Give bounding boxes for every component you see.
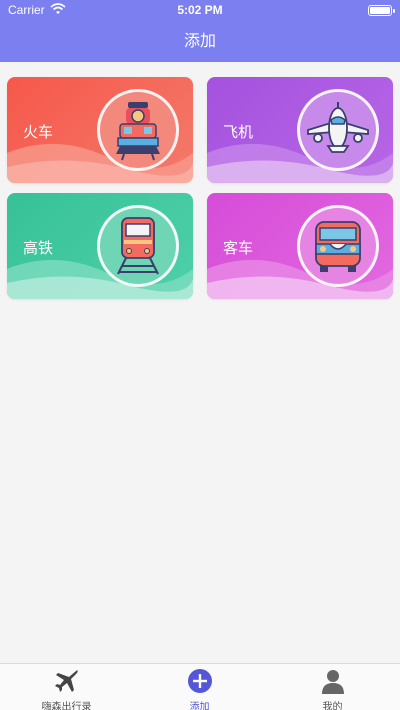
card-high-speed-rail-label: 高铁 — [23, 239, 54, 257]
status-time: 5:02 PM — [177, 3, 223, 17]
card-plane-circle — [297, 89, 379, 171]
tab-mine-label: 我的 — [322, 702, 343, 710]
tab-bar: 嗨森出行录 添加 我的 — [0, 663, 400, 710]
card-plane-label: 飞机 — [223, 123, 254, 141]
card-bus-label: 客车 — [223, 239, 254, 257]
card-train-circle — [97, 89, 179, 171]
page-title: 添加 — [183, 31, 216, 50]
tab-add-label: 添加 — [189, 702, 210, 710]
card-bus-circle — [297, 205, 379, 287]
nav-bar: 添加 — [0, 20, 400, 62]
card-plane[interactable]: 飞机 — [207, 77, 393, 183]
status-bar: Carrier 5:02 PM — [0, 0, 400, 20]
card-high-speed-rail-circle — [97, 205, 179, 287]
tab-mine[interactable]: 我的 — [266, 666, 399, 710]
card-train-label: 火车 — [23, 123, 54, 141]
card-train[interactable]: 火车 — [7, 77, 193, 183]
person-icon — [320, 668, 346, 698]
card-bus[interactable]: 客车 — [207, 193, 393, 299]
tab-add[interactable]: 添加 — [133, 666, 266, 710]
tab-trips-label: 嗨森出行录 — [41, 702, 92, 710]
airplane-icon — [54, 668, 80, 698]
card-high-speed-rail[interactable]: 高铁 — [7, 193, 193, 299]
plus-icon — [187, 668, 213, 698]
tab-trips[interactable]: 嗨森出行录 — [0, 666, 133, 710]
battery-icon — [368, 5, 395, 16]
